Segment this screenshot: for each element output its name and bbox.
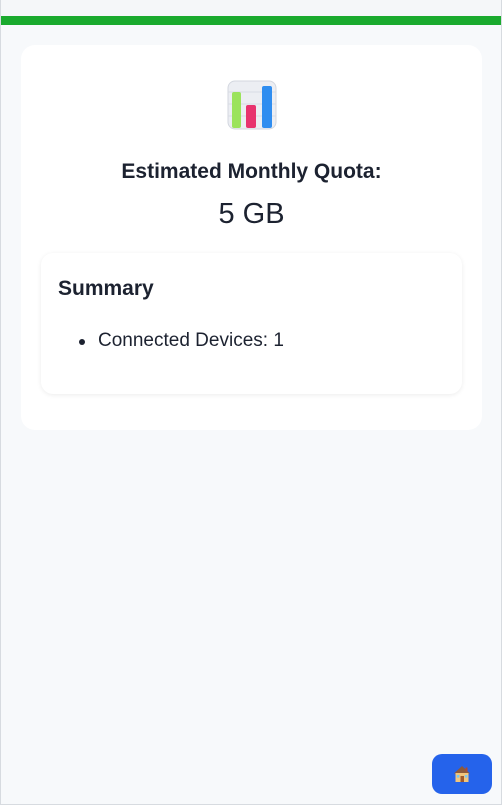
summary-title: Summary xyxy=(58,277,154,300)
home-button[interactable] xyxy=(432,754,492,794)
house-icon xyxy=(453,765,471,783)
summary-panel: Summary Connected Devices: 1 xyxy=(41,253,462,394)
quota-value: 5 GB xyxy=(218,198,285,230)
progress-fill xyxy=(1,16,501,25)
top-strip xyxy=(1,0,501,16)
quota-label: Estimated Monthly Quota: xyxy=(121,160,382,183)
bullet-icon xyxy=(79,339,85,345)
bar-chart-icon xyxy=(227,80,277,130)
connected-devices-text: Connected Devices: 1 xyxy=(98,330,284,351)
list-item: Connected Devices: 1 xyxy=(58,330,284,352)
progress-bar xyxy=(1,16,501,25)
summary-list: Connected Devices: 1 xyxy=(58,330,284,352)
quota-card: Estimated Monthly Quota: 5 GB Summary Co… xyxy=(21,45,482,430)
